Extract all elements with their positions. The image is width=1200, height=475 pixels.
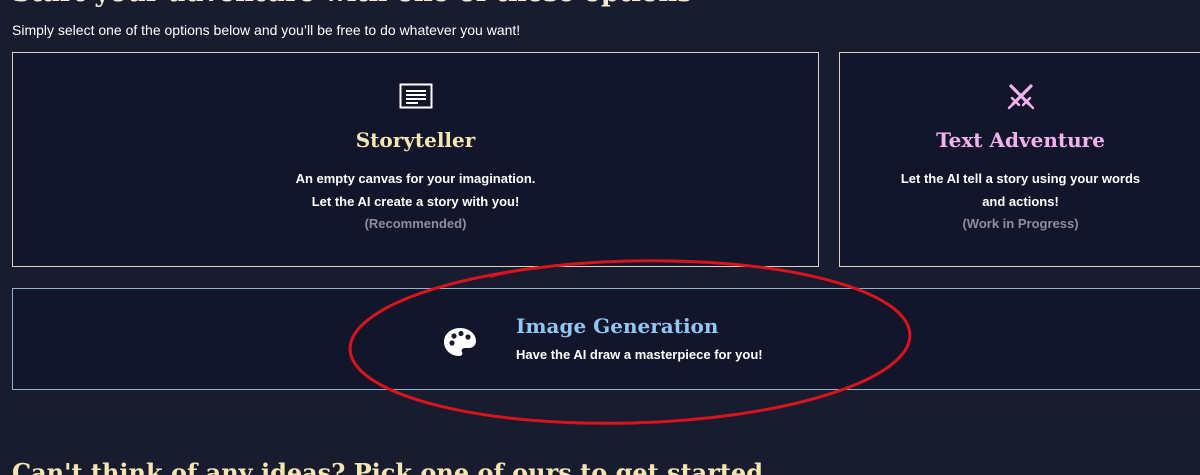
- document-lines-icon: [13, 83, 818, 115]
- storyteller-description: An empty canvas for your imagination. Le…: [13, 167, 818, 235]
- palette-icon: [443, 327, 477, 357]
- storyteller-recommended-note: (Recommended): [364, 216, 467, 231]
- text-adventure-wip-note: (Work in Progress): [962, 216, 1079, 231]
- text-adventure-description: Let the AI tell a story using your words…: [840, 167, 1200, 235]
- storyteller-card-content: Storyteller An empty canvas for your ima…: [13, 83, 818, 235]
- storyteller-title: Storyteller: [355, 128, 476, 152]
- text-adventure-desc-line1: Let the AI tell a story using your words: [900, 171, 1141, 186]
- image-generation-text: Image Generation Have the AI draw a mast…: [516, 313, 763, 366]
- image-generation-title: Image Generation: [516, 314, 719, 338]
- image-generation-card-content: Image Generation Have the AI draw a mast…: [443, 313, 863, 373]
- text-adventure-desc-line2: and actions!: [982, 194, 1059, 209]
- storyteller-desc-line1: An empty canvas for your imagination.: [295, 171, 536, 186]
- text-adventure-option-card[interactable]: Text Adventure Let the AI tell a story u…: [839, 52, 1200, 267]
- text-adventure-card-content: Text Adventure Let the AI tell a story u…: [840, 83, 1200, 235]
- ideas-heading: Can't think of any ideas? Pick one of ou…: [12, 458, 763, 475]
- page: Start your adventure with one of these o…: [0, 0, 1200, 475]
- image-generation-description: Have the AI draw a masterpiece for you!: [516, 347, 763, 362]
- storyteller-option-card[interactable]: Storyteller An empty canvas for your ima…: [12, 52, 819, 267]
- image-generation-option-card[interactable]: Image Generation Have the AI draw a mast…: [12, 288, 1200, 390]
- page-subtitle: Simply select one of the options below a…: [12, 22, 521, 38]
- storyteller-desc-line2: Let the AI create a story with you!: [311, 194, 520, 209]
- text-adventure-title: Text Adventure: [936, 128, 1105, 152]
- crossed-swords-icon: [840, 83, 1200, 115]
- page-heading: Start your adventure with one of these o…: [12, 0, 692, 8]
